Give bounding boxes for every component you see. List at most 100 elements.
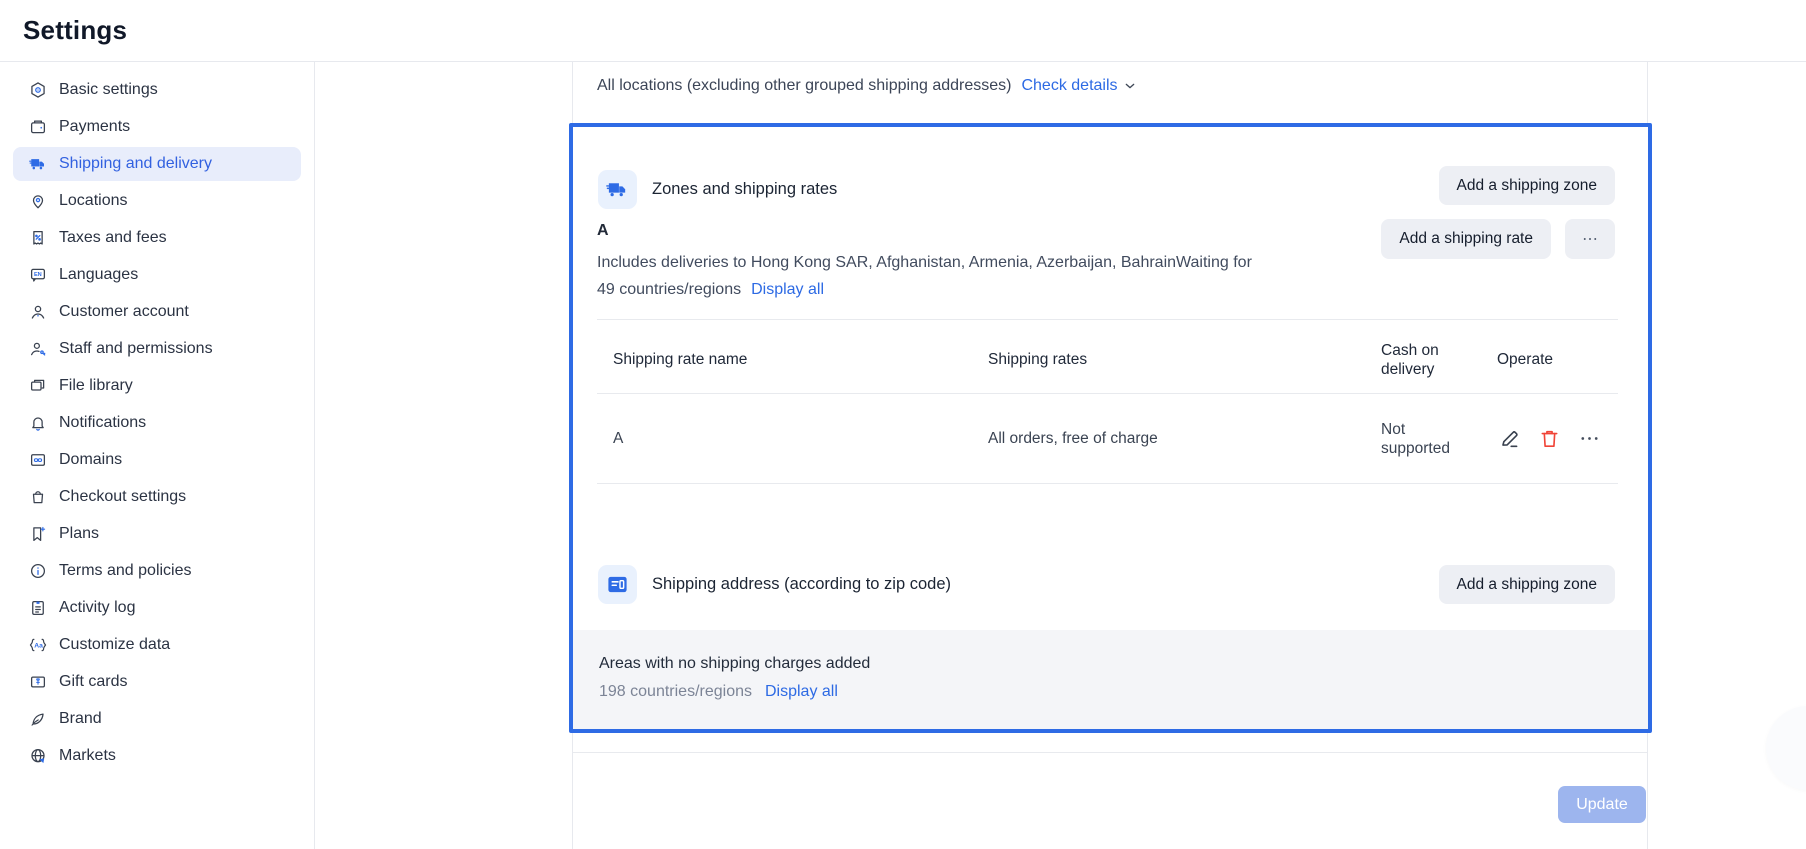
sidebar-item-customize-data[interactable]: Aa Customize data	[13, 628, 301, 662]
sidebar-item-label: Taxes and fees	[59, 229, 167, 247]
column-shipping-rate-name: Shipping rate name	[613, 351, 988, 369]
gift-cards-icon	[29, 673, 47, 691]
domains-icon	[29, 451, 47, 469]
zone-description-line1: Includes deliveries to Hong Kong SAR, Af…	[597, 254, 1252, 271]
locations-summary-text: All locations (excluding other grouped s…	[597, 77, 1011, 95]
shipping-settings-panel: All locations (excluding other grouped s…	[572, 62, 1648, 849]
sidebar-item-checkout-settings[interactable]: Checkout settings	[13, 480, 301, 514]
no-charge-areas-count-row: 198 countries/regions Display all	[599, 683, 1648, 701]
zone-description-line2: 49 countries/regions	[597, 281, 741, 298]
shipping-truck-icon	[29, 155, 47, 173]
page-title: Settings	[23, 15, 127, 46]
sidebar-item-markets[interactable]: Markets	[13, 739, 301, 773]
address-section-header: Shipping address (according to zip code)	[598, 565, 951, 604]
sidebar-item-taxes-and-fees[interactable]: Taxes and fees	[13, 221, 301, 255]
sidebar-item-file-library[interactable]: File library	[13, 369, 301, 403]
zones-section-title: Zones and shipping rates	[652, 180, 837, 199]
sidebar-item-label: Payments	[59, 118, 130, 136]
column-operate: Operate	[1497, 351, 1618, 369]
zone-display-all-link[interactable]: Display all	[751, 281, 824, 298]
zone-description: Includes deliveries to Hong Kong SAR, Af…	[597, 249, 1407, 303]
chevron-down-icon[interactable]	[1122, 78, 1138, 94]
column-cash-on-delivery: Cash on delivery	[1381, 341, 1453, 379]
rates-table-row: A All orders, free of charge Not support…	[613, 394, 1618, 483]
rate-detail-cell: All orders, free of charge	[988, 430, 1381, 448]
zones-section-header: Zones and shipping rates	[598, 170, 837, 209]
file-library-icon	[29, 377, 47, 395]
sidebar-item-plans[interactable]: Plans	[13, 517, 301, 551]
sidebar-item-label: File library	[59, 377, 133, 395]
sidebar-item-label: Locations	[59, 192, 128, 210]
add-shipping-rate-button[interactable]: Add a shipping rate	[1381, 219, 1551, 259]
page-header: Settings	[0, 0, 1806, 62]
sidebar-item-label: Plans	[59, 525, 99, 543]
zone-actions: Add a shipping rate	[1381, 219, 1615, 259]
sidebar-item-staff-and-permissions[interactable]: Staff and permissions	[13, 332, 301, 366]
sidebar-item-basic-settings[interactable]: Basic settings	[13, 73, 301, 107]
update-button[interactable]: Update	[1558, 786, 1646, 823]
sidebar-item-label: Languages	[59, 266, 138, 284]
zone-name: A	[597, 222, 609, 240]
locations-summary-row: All locations (excluding other grouped s…	[573, 62, 1647, 95]
payments-icon	[29, 118, 47, 136]
sidebar-item-languages[interactable]: EN Languages	[13, 258, 301, 292]
customize-data-icon: Aa	[29, 636, 47, 654]
rate-name-cell: A	[613, 430, 988, 448]
customer-account-icon	[29, 303, 47, 321]
areas-display-all-link[interactable]: Display all	[765, 683, 838, 700]
plans-icon	[29, 525, 47, 543]
sidebar-item-label: Gift cards	[59, 673, 127, 691]
svg-text:Aa: Aa	[34, 643, 43, 650]
staff-permissions-icon	[29, 340, 47, 358]
sidebar-item-label: Domains	[59, 451, 122, 469]
svg-text:EN: EN	[34, 272, 42, 278]
divider	[597, 483, 1618, 484]
delete-trash-icon[interactable]	[1537, 427, 1561, 451]
sidebar-item-activity-log[interactable]: Activity log	[13, 591, 301, 625]
sidebar-item-terms-and-policies[interactable]: Terms and policies	[13, 554, 301, 588]
add-shipping-zone-button[interactable]: Add a shipping zone	[1439, 166, 1615, 205]
settings-sidebar: Basic settings Payments Shipping and del…	[0, 62, 315, 849]
sidebar-item-label: Activity log	[59, 599, 135, 617]
languages-icon: EN	[29, 266, 47, 284]
sidebar-item-label: Terms and policies	[59, 562, 192, 580]
terms-info-icon	[29, 562, 47, 580]
address-section-title: Shipping address (according to zip code)	[652, 575, 951, 594]
sidebar-item-gift-cards[interactable]: Gift cards	[13, 665, 301, 699]
taxes-receipt-icon	[29, 229, 47, 247]
sidebar-item-payments[interactable]: Payments	[13, 110, 301, 144]
column-shipping-rates: Shipping rates	[988, 351, 1381, 369]
zones-truck-icon	[598, 170, 637, 209]
sidebar-item-label: Notifications	[59, 414, 146, 432]
notifications-bell-icon	[29, 414, 47, 432]
sidebar-item-label: Basic settings	[59, 81, 158, 99]
no-charge-areas-panel: Areas with no shipping charges added 198…	[573, 630, 1648, 729]
sidebar-item-notifications[interactable]: Notifications	[13, 406, 301, 440]
add-shipping-zone-button-2[interactable]: Add a shipping zone	[1439, 565, 1615, 604]
sidebar-item-shipping-and-delivery[interactable]: Shipping and delivery	[13, 147, 301, 181]
sidebar-item-label: Brand	[59, 710, 102, 728]
zone-more-button[interactable]	[1565, 219, 1615, 259]
address-card-icon	[598, 565, 637, 604]
check-details-link[interactable]: Check details	[1021, 77, 1117, 95]
locations-pin-icon	[29, 192, 47, 210]
sidebar-item-brand[interactable]: Brand	[13, 702, 301, 736]
sidebar-item-label: Customize data	[59, 636, 170, 654]
operate-cell	[1497, 427, 1618, 451]
no-charge-areas-title: Areas with no shipping charges added	[599, 655, 1648, 673]
sidebar-item-domains[interactable]: Domains	[13, 443, 301, 477]
no-charge-areas-count: 198 countries/regions	[599, 683, 752, 700]
divider	[597, 319, 1618, 320]
sidebar-item-label: Customer account	[59, 303, 189, 321]
sidebar-item-locations[interactable]: Locations	[13, 184, 301, 218]
row-more-icon[interactable]	[1577, 427, 1601, 451]
brand-icon	[29, 710, 47, 728]
sidebar-item-label: Markets	[59, 747, 116, 765]
edit-pencil-icon[interactable]	[1497, 427, 1521, 451]
sidebar-item-label: Checkout settings	[59, 488, 186, 506]
activity-log-icon	[29, 599, 47, 617]
sidebar-item-label: Shipping and delivery	[59, 155, 212, 173]
divider	[573, 752, 1647, 753]
checkout-bag-icon	[29, 488, 47, 506]
sidebar-item-customer-account[interactable]: Customer account	[13, 295, 301, 329]
